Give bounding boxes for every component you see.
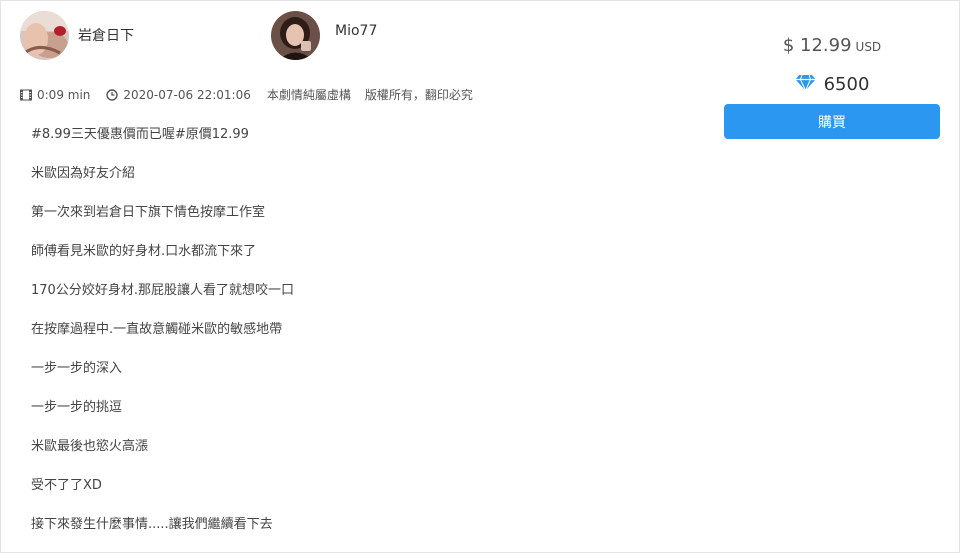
description-line: 米歐因為好友介紹 — [31, 166, 136, 181]
usd-amount: $ 12.99 — [782, 35, 852, 56]
video-meta: 0:09 min 2020-07-06 22:01:06 本劇情純屬虛構 版權所… — [20, 86, 473, 103]
description-line: #8.99三天優惠價而已喔#原價12.99 — [31, 127, 249, 142]
description-line: 一步一步的挑逗 — [31, 400, 123, 415]
duration-text: 0:09 min — [37, 87, 91, 102]
diamond-amount: 6500 — [823, 73, 870, 95]
actor-avatar — [271, 11, 320, 60]
buy-button[interactable]: 購買 — [724, 104, 940, 139]
copyright-notice: 版權所有，翻印必究 — [364, 88, 473, 102]
studio-avatar — [20, 11, 69, 60]
description-line: 受不了了XD — [31, 478, 102, 493]
datetime-text: 2020-07-06 22:01:06 — [123, 87, 251, 102]
author-name: 岩倉日下 — [78, 27, 134, 44]
author-name: Mio77 — [335, 22, 378, 39]
duration: 0:09 min — [20, 88, 90, 102]
description-line: 170公分姣好身材.那屁股讓人看了就想咬一口 — [31, 283, 294, 298]
clock-icon — [106, 88, 119, 101]
description-line: 接下來發生什麼事情.....讓我們繼續看下去 — [31, 517, 273, 532]
description-line: 師傅看見米歐的好身材.口水都流下來了 — [31, 244, 257, 259]
fiction-notice: 本劇情純屬虛構 — [266, 88, 351, 102]
publish-datetime: 2020-07-06 22:01:06 — [106, 87, 251, 102]
author-studio[interactable]: 岩倉日下 — [20, 11, 134, 60]
description-line: 在按摩過程中.一直故意觸碰米歐的敏感地帶 — [31, 322, 283, 337]
usd-currency: USD — [855, 40, 882, 54]
description-line: 米歐最後也慾火高漲 — [31, 439, 149, 454]
diamond-icon — [795, 74, 816, 95]
video-description: #8.99三天優惠價而已喔#原價12.99 米歐因為好友介紹 第一次來到岩倉日下… — [31, 126, 671, 555]
description-line: 第一次來到岩倉日下旗下情色按摩工作室 — [31, 205, 266, 220]
description-line: 一步一步的深入 — [31, 361, 123, 376]
usd-price: $ 12.99 USD — [724, 32, 940, 60]
film-icon — [20, 89, 32, 101]
diamond-price: 6500 — [724, 71, 940, 97]
purchase-panel: $ 12.99 USD 6500 購買 — [724, 32, 940, 139]
author-actor[interactable]: Mio77 — [271, 11, 377, 60]
